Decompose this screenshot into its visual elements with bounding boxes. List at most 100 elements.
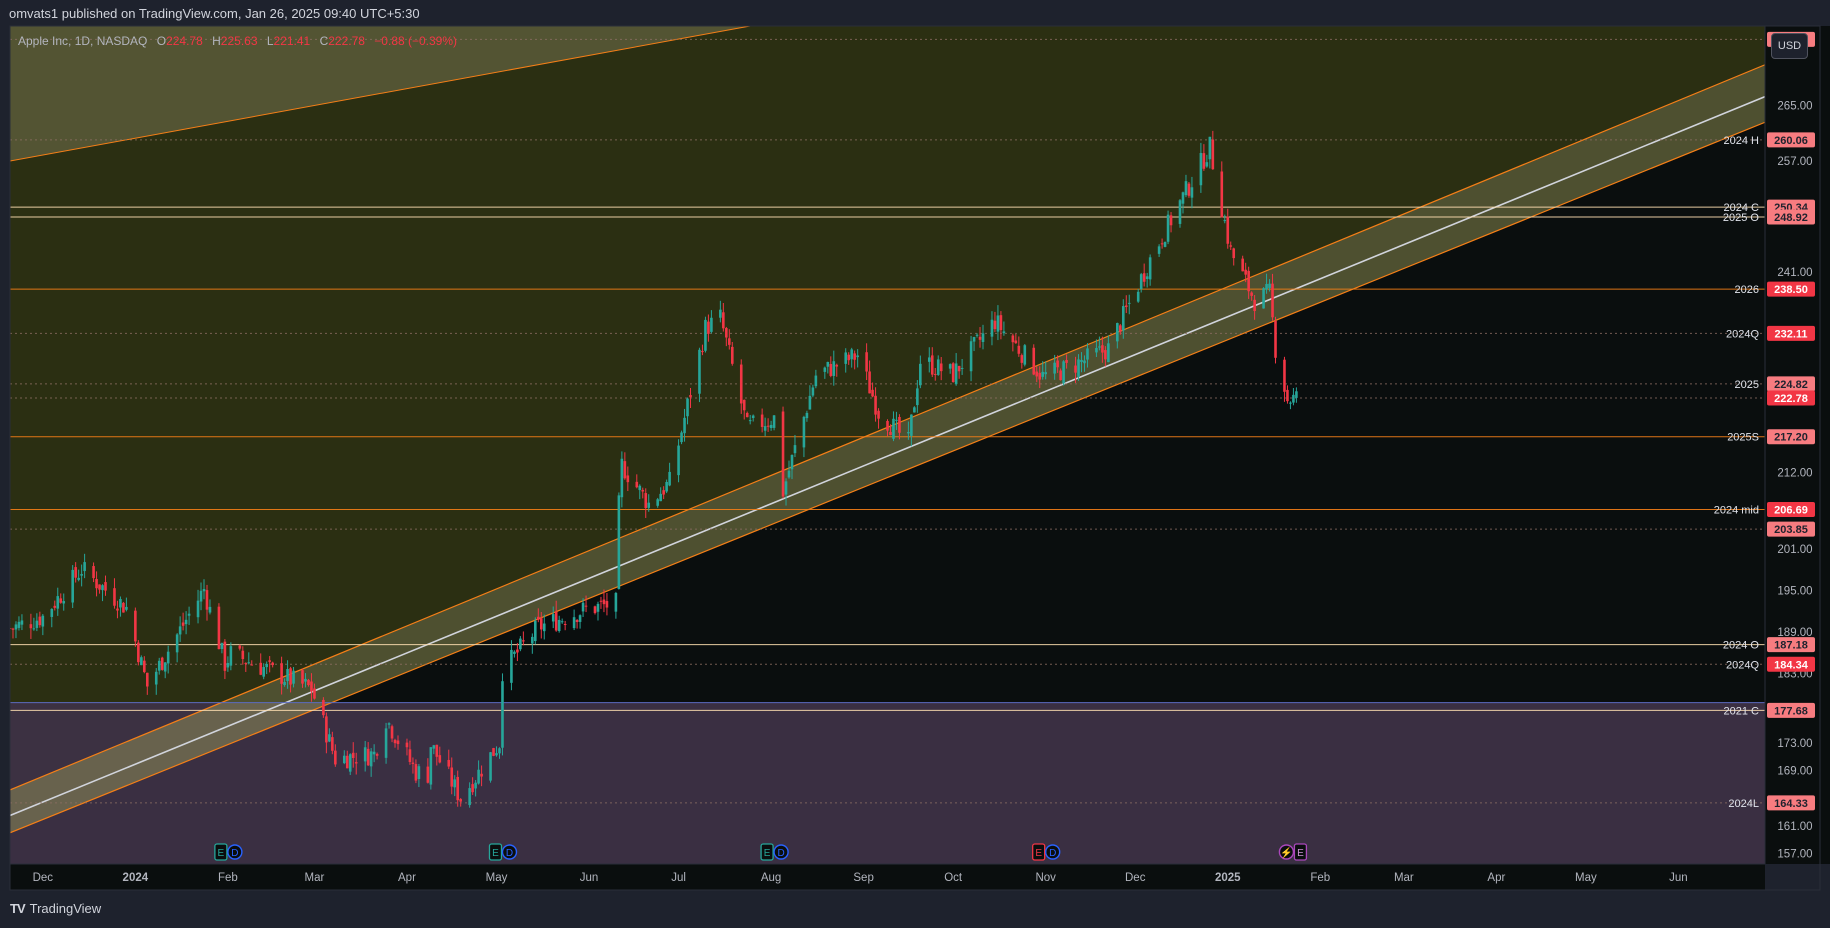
candle-down (280, 663, 283, 684)
candle-down (1274, 320, 1277, 358)
candle-up (498, 748, 501, 754)
candle-down (835, 364, 839, 367)
candle-down (626, 475, 630, 483)
candle-up (1095, 347, 1098, 353)
candle-up (790, 455, 794, 470)
x-tick-label: May (1575, 872, 1597, 884)
candle-up (348, 754, 352, 772)
candle-down (1020, 355, 1024, 363)
level-name-label: 2024L (1728, 798, 1759, 810)
level-price-label: 203.85 (1774, 524, 1808, 536)
candle-up (927, 357, 931, 362)
candle-up (304, 678, 307, 682)
candle-down (351, 752, 355, 758)
candle-up (560, 621, 564, 623)
candle-down (1169, 215, 1173, 226)
ohlc-low-value: 221.41 (273, 34, 311, 48)
price-chart[interactable]: E D E D E D E D ⚡ E 265.00257.00241.00212.00201.0… (0, 0, 1830, 928)
candle-up (677, 445, 680, 476)
candle-up (432, 745, 436, 749)
candle-up (175, 634, 179, 653)
candle-down (456, 776, 460, 801)
candle-up (17, 621, 21, 628)
candle-down (92, 566, 95, 579)
candle-up (793, 445, 797, 454)
candle-down (722, 312, 725, 329)
candle-down (1104, 350, 1107, 360)
x-tick-label: 2024 (123, 872, 149, 884)
candle-up (140, 657, 143, 666)
candle-up (1062, 361, 1065, 384)
candle-up (617, 495, 621, 589)
candle-down (868, 371, 871, 394)
candle-down (238, 645, 242, 649)
candle-down (742, 399, 746, 411)
candle-down (760, 414, 764, 427)
candle-up (751, 415, 755, 419)
candle-down (289, 668, 292, 685)
y-tick-label: 169.00 (1777, 766, 1812, 778)
candle-down (331, 737, 334, 751)
candle-down (1119, 325, 1122, 332)
candle-up (369, 751, 373, 767)
candle-up (1098, 346, 1101, 348)
candle-down (1065, 359, 1068, 363)
candle-up (907, 432, 910, 434)
event-marker-label: D (506, 848, 513, 859)
candle-down (1187, 183, 1191, 196)
y-tick-label: 161.00 (1777, 821, 1812, 833)
candle-up (184, 619, 188, 625)
candle-up (187, 613, 191, 616)
candle-up (990, 319, 994, 337)
candle-up (510, 649, 513, 683)
candle-up (802, 416, 806, 448)
candle-down (426, 766, 430, 783)
level-name-label: 2026 (1735, 284, 1759, 296)
candle-up (1002, 331, 1006, 334)
candle-up (823, 367, 827, 372)
candle-down (1017, 345, 1021, 354)
x-tick-label: Apr (1487, 872, 1505, 884)
tradingview-logo-icon: TV (10, 901, 26, 916)
candle-up (328, 734, 331, 742)
candle-down (59, 598, 63, 603)
candle-down (1142, 273, 1146, 282)
candle-down (393, 739, 397, 744)
candle-down (516, 649, 519, 653)
x-tick-label: Jul (671, 872, 686, 884)
currency-button[interactable]: USD (1771, 33, 1808, 59)
candle-down (1244, 269, 1247, 275)
candle-up (936, 359, 940, 375)
level-price-label: 238.50 (1774, 284, 1808, 296)
candle-down (396, 740, 400, 745)
candle-up (247, 662, 251, 664)
candle-up (686, 398, 689, 417)
candle-down (1202, 153, 1206, 169)
candle-up (1080, 359, 1083, 362)
candle-down (886, 420, 889, 431)
candle-up (71, 569, 74, 603)
candle-up (668, 471, 671, 486)
candle-down (1032, 347, 1036, 375)
candle-up (1044, 372, 1047, 375)
candle-down (11, 628, 15, 630)
candle-down (766, 425, 770, 427)
symbol-legend[interactable]: Apple Inc, 1D, NASDAQ O224.78 H225.63 L2… (18, 34, 457, 48)
y-tick-label: 157.00 (1777, 849, 1812, 861)
candle-up (202, 589, 206, 592)
level-price-label: 217.20 (1774, 432, 1808, 444)
candle-down (405, 742, 409, 748)
candle-up (229, 646, 233, 666)
candle-down (122, 602, 125, 613)
candle-down (492, 748, 495, 756)
candle-up (1157, 246, 1161, 254)
candle-up (769, 424, 773, 429)
candle-down (689, 395, 692, 398)
x-tick-label: Nov (1035, 872, 1056, 884)
candle-up (477, 769, 480, 784)
candle-down (471, 784, 474, 793)
candle-up (1127, 302, 1131, 304)
y-tick-label: 201.00 (1777, 544, 1812, 556)
brand[interactable]: TV TradingView (10, 901, 101, 916)
x-tick-label: Oct (944, 872, 963, 884)
